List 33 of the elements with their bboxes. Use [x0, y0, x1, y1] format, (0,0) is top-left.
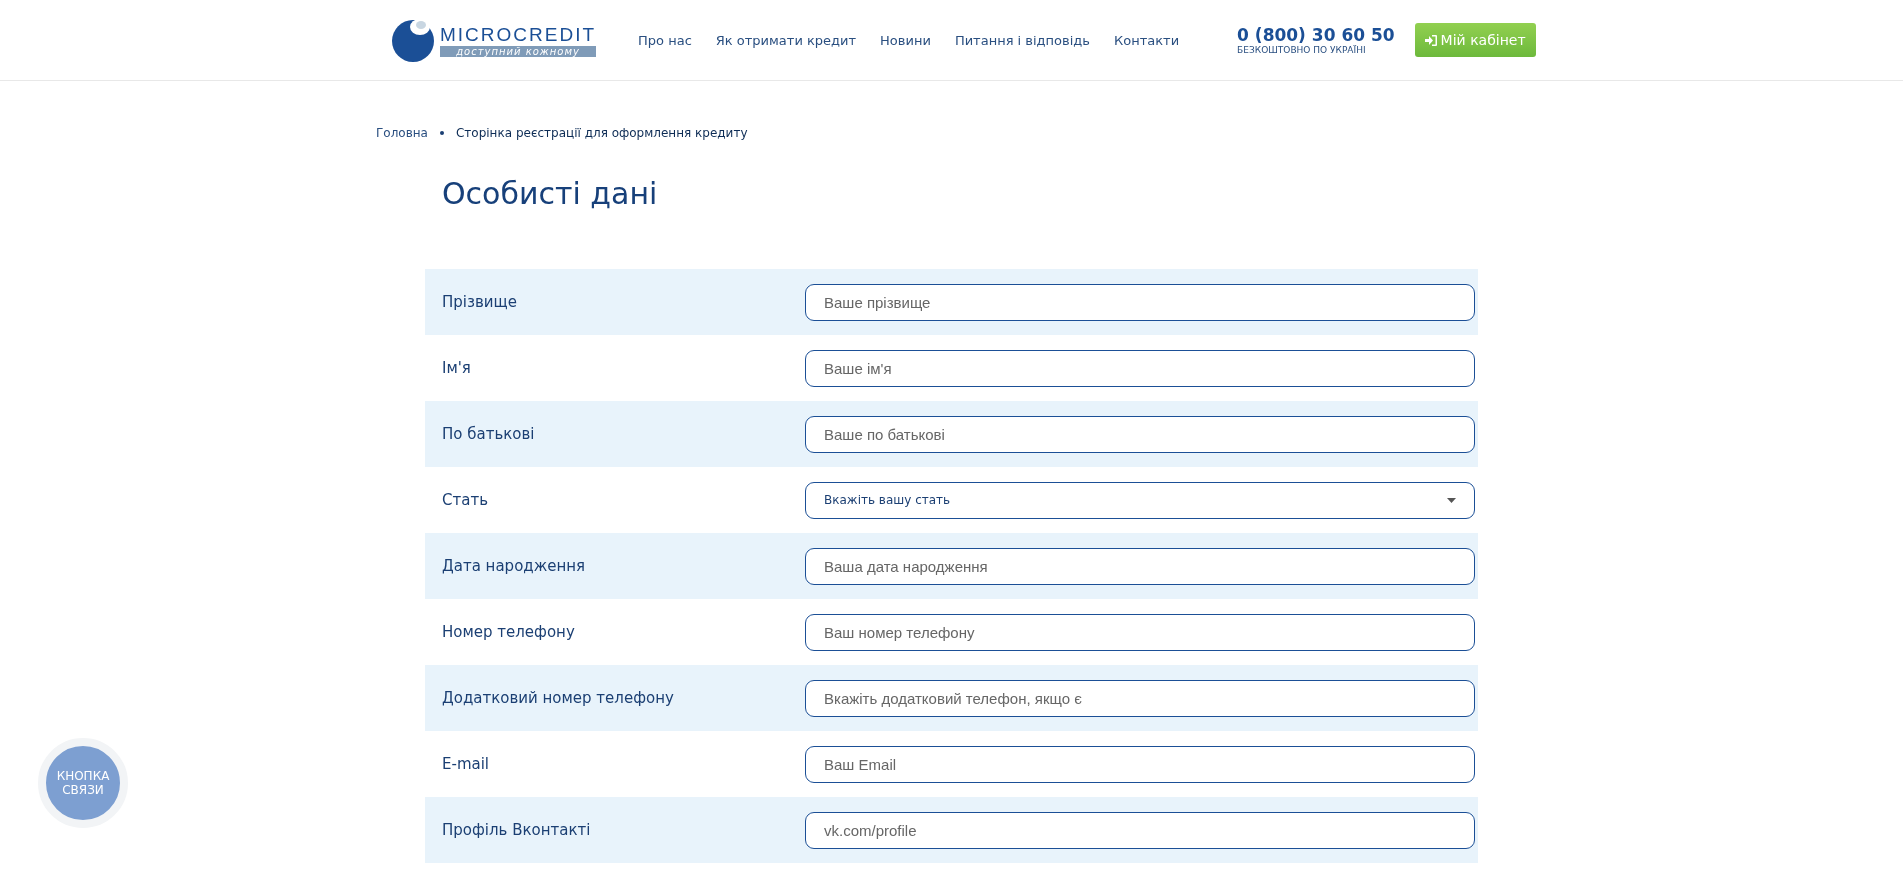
- input-field[interactable]: Ваше по батькові: [805, 415, 1475, 453]
- input-field[interactable]: Вкажіть додатковий телефон, якщо є: [805, 679, 1475, 717]
- nav-link[interactable]: Питання і відповідь: [954, 32, 1090, 48]
- select-field[interactable]: Вкажіть вашу стать: [805, 481, 1475, 519]
- breadcrumb-link[interactable]: Головна: [376, 126, 428, 140]
- caret-icon: [1447, 497, 1456, 503]
- field-label: Стать: [442, 491, 489, 509]
- input-field[interactable]: Ваш номер телефону: [805, 613, 1475, 651]
- field-label: Номер телефону: [442, 623, 576, 641]
- field-label: По батькові: [442, 425, 536, 443]
- field-label: Дата народження: [442, 557, 587, 575]
- field-label: E-mail: [442, 755, 491, 773]
- field-label: Прізвище: [442, 293, 518, 311]
- nav-link[interactable]: Як отримати кредит: [715, 32, 857, 48]
- field-label: Ім'я: [442, 359, 472, 377]
- input-field[interactable]: Ваш Email: [805, 745, 1475, 783]
- phone-number: 0 (800) 30 60 50: [1237, 25, 1395, 45]
- field-label: Профіль Вконтакті: [442, 821, 592, 839]
- input-field[interactable]: Ваше ім'я: [805, 349, 1475, 387]
- logo-tagline: доступний кожному: [440, 45, 597, 57]
- input-field[interactable]: Ваше прізвище: [805, 283, 1475, 321]
- input-field[interactable]: vk.com/profile: [805, 811, 1475, 849]
- nav-link[interactable]: Новини: [880, 32, 931, 48]
- nav-link[interactable]: Контакти: [1114, 32, 1180, 48]
- nav-link[interactable]: Про нас: [638, 32, 692, 48]
- page-title: Особисті дані: [442, 176, 659, 211]
- field-label: Додатковий номер телефону: [442, 689, 675, 707]
- phone-note: БЕЗКОШТОВНО ПО УКРАЇНІ: [1237, 45, 1367, 55]
- logo-icon: [390, 17, 436, 63]
- logo-name: MICROCREDIT: [440, 23, 597, 46]
- breadcrumb-text: Сторінка реєстрації для оформлення кредиту: [455, 126, 748, 140]
- sign-in-icon: [1424, 34, 1437, 46]
- input-field[interactable]: Ваша дата народження: [805, 547, 1475, 585]
